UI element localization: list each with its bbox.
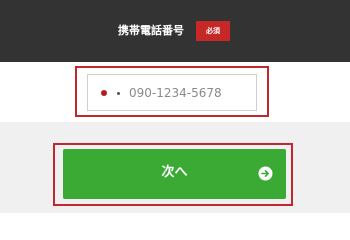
required-badge: 必須 [196, 21, 230, 41]
form-header: 携帯電話番号 必須 [0, 0, 350, 62]
arrow-right-circle-icon [258, 166, 273, 181]
phone-number-input[interactable]: 090-1234-5678 [87, 74, 257, 111]
next-button[interactable]: 次へ [63, 149, 286, 199]
country-dropdown-icon[interactable] [117, 92, 120, 95]
phone-placeholder: 090-1234-5678 [129, 86, 222, 100]
next-button-label: 次へ [161, 165, 188, 180]
phone-registration-form: 携帯電話番号 必須 090-1234-5678 次へ [0, 0, 350, 213]
field-title: 携帯電話番号 [118, 24, 184, 37]
japan-flag-icon[interactable] [101, 90, 107, 96]
